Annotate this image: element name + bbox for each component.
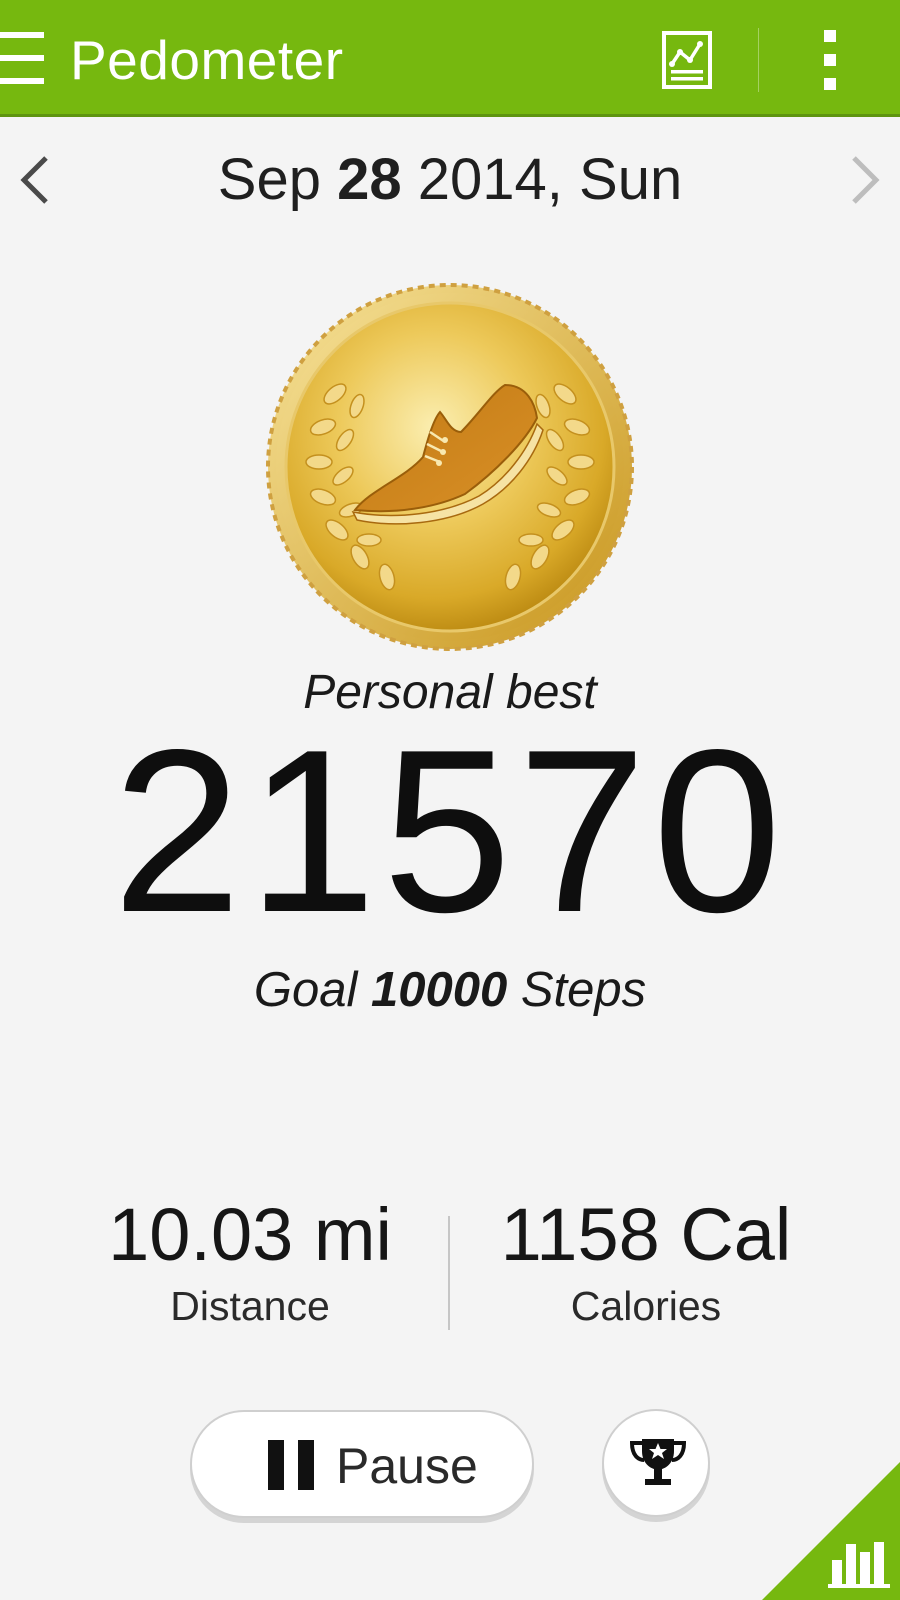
chart-icon[interactable] bbox=[660, 30, 716, 90]
bar-chart-icon[interactable] bbox=[762, 1462, 900, 1600]
date-month: Sep bbox=[217, 147, 321, 212]
pause-button[interactable]: Pause bbox=[190, 1410, 534, 1518]
app-bar: Pedometer bbox=[0, 0, 900, 117]
pedometer-screen: Pedometer Sep 28 2014, Sun Personal best… bbox=[0, 0, 900, 1600]
pause-icon bbox=[268, 1440, 314, 1490]
overflow-menu-icon[interactable] bbox=[810, 26, 850, 94]
chevron-right-icon[interactable] bbox=[836, 150, 896, 210]
distance-value: 10.03 mi bbox=[108, 1193, 392, 1276]
step-count: 21570 bbox=[112, 702, 788, 961]
shoe-medal-icon bbox=[266, 283, 634, 651]
distance-label: Distance bbox=[170, 1283, 330, 1329]
current-date: Sep 28 2014, Sun bbox=[0, 145, 900, 215]
app-bar-divider bbox=[758, 28, 759, 92]
goal-prefix: Goal bbox=[253, 963, 358, 1017]
date-navigator: Sep 28 2014, Sun bbox=[0, 130, 900, 230]
date-year-weekday: 2014, Sun bbox=[417, 147, 683, 212]
menu-icon[interactable] bbox=[0, 30, 46, 86]
goal-value: 10000 bbox=[370, 963, 508, 1017]
distance-stat: 10.03 mi Distance bbox=[40, 1193, 460, 1330]
app-title: Pedometer bbox=[70, 29, 344, 91]
calories-stat: 1158 Cal Calories bbox=[436, 1193, 856, 1330]
trophy-icon bbox=[629, 1439, 687, 1485]
step-goal: Goal 10000 Steps bbox=[0, 960, 900, 1020]
calories-label: Calories bbox=[570, 1283, 722, 1329]
pause-label: Pause bbox=[336, 1438, 478, 1494]
calories-value: 1158 Cal bbox=[500, 1193, 792, 1276]
goal-suffix: Steps bbox=[520, 963, 647, 1017]
trophy-button[interactable] bbox=[602, 1409, 710, 1517]
date-day: 28 bbox=[337, 147, 402, 212]
